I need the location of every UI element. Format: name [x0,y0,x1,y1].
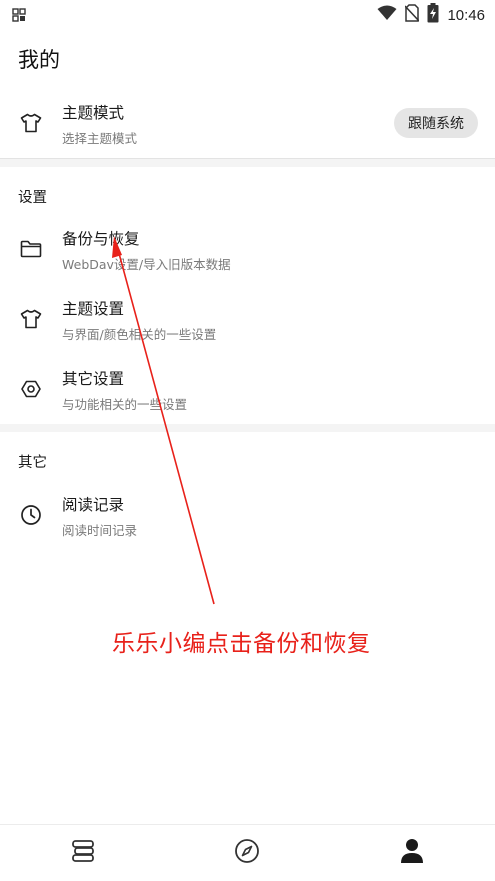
theme-mode-title: 主题模式 [62,104,125,122]
nav-bookshelf[interactable] [33,825,133,881]
status-bar: 10:46 [0,0,495,30]
annotation-text: 乐乐小编点击备份和恢复 [112,631,371,657]
folder-icon [19,237,43,261]
theme-mode-subtitle: 选择主题模式 [62,131,138,146]
backup-restore-item[interactable]: 备份与恢复 WebDav设置/导入旧版本数据 [0,215,495,283]
bookshelf-icon [70,839,96,867]
backup-restore-title: 备份与恢复 [62,230,140,248]
other-settings-title: 其它设置 [62,370,125,388]
nav-mine[interactable] [362,825,462,881]
theme-settings-title: 主题设置 [62,300,125,318]
shirt-icon [19,307,43,331]
reading-history-subtitle: 阅读时间记录 [62,523,138,538]
section-divider [0,424,495,432]
backup-restore-subtitle: WebDav设置/导入旧版本数据 [62,257,231,272]
page-title: 我的 [18,48,60,72]
theme-settings-item[interactable]: 主题设置 与界面/颜色相关的一些设置 [0,285,495,353]
grid-icon [12,7,28,23]
no-sim-icon [404,4,421,26]
bottom-nav [0,824,495,881]
nav-discover[interactable] [197,825,297,881]
battery-charging-icon [427,3,439,27]
gear-icon [19,377,43,401]
reading-history-item[interactable]: 阅读记录 阅读时间记录 [0,481,495,549]
clock-icon [19,503,43,527]
settings-section-header: 设置 [18,190,47,206]
shirt-icon [19,111,43,135]
theme-settings-subtitle: 与界面/颜色相关的一些设置 [62,327,217,342]
reading-history-title: 阅读记录 [62,496,125,514]
compass-icon [234,838,260,868]
follow-system-button[interactable]: 跟随系统 [394,108,478,138]
section-divider [0,159,495,167]
other-settings-item[interactable]: 其它设置 与功能相关的一些设置 [0,355,495,423]
person-icon [400,838,424,868]
status-time: 10:46 [447,6,485,24]
other-settings-subtitle: 与功能相关的一些设置 [62,397,188,412]
other-section-header: 其它 [18,455,47,471]
wifi-icon [377,5,397,25]
